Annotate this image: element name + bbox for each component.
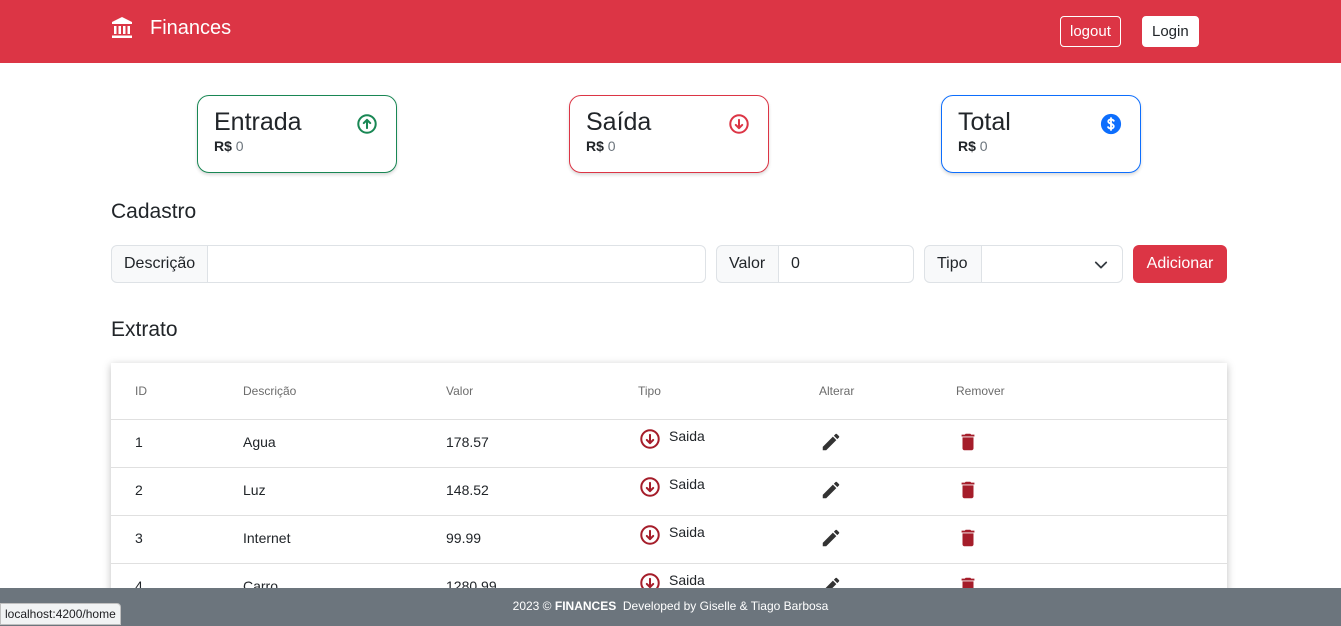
row-id: 3 <box>135 530 143 546</box>
card-total-title: Total <box>958 108 1011 136</box>
row-tipo: Saida <box>639 428 705 450</box>
header-descricao: Descrição <box>243 384 297 398</box>
extrato-title: Extrato <box>111 318 178 341</box>
card-entrada: Entrada R$ 0 <box>197 95 397 173</box>
arrow-down-circle-icon <box>640 429 660 449</box>
trash-icon[interactable] <box>957 527 979 549</box>
trash-icon[interactable] <box>957 479 979 501</box>
card-entrada-value: R$ 0 <box>214 138 244 154</box>
row-tipo-label: Saida <box>669 476 705 492</box>
valor-label: Valor <box>716 245 779 283</box>
pencil-icon[interactable] <box>820 527 842 549</box>
card-saida-value: R$ 0 <box>586 138 616 154</box>
navbar: Finances logout Login <box>0 0 1341 63</box>
bank-icon <box>112 17 132 38</box>
valor-input[interactable]: 0 <box>778 245 914 283</box>
row-valor: 99.99 <box>446 530 482 546</box>
logout-button[interactable]: logout <box>1060 16 1121 47</box>
arrow-up-circle-icon <box>357 114 377 134</box>
dollar-circle-icon <box>1100 113 1122 135</box>
table-row: 1 Agua 178.57 Saida <box>111 419 1227 467</box>
tipo-label: Tipo <box>924 245 982 283</box>
pencil-icon[interactable] <box>820 479 842 501</box>
arrow-down-circle-icon <box>640 477 660 497</box>
table-row: 2 Luz 148.52 Saida <box>111 467 1227 515</box>
row-valor: 148.52 <box>446 482 489 498</box>
row-tipo-label: Saida <box>669 572 705 588</box>
row-id: 1 <box>135 434 143 450</box>
card-total: Total R$ 0 <box>941 95 1141 173</box>
card-entrada-title: Entrada <box>214 108 302 136</box>
card-saida: Saída R$ 0 <box>569 95 769 173</box>
row-descricao: Luz <box>243 482 266 498</box>
brand-name: Finances <box>150 16 232 39</box>
arrow-down-circle-icon <box>729 114 749 134</box>
arrow-down-circle-icon <box>640 525 660 545</box>
cadastro-title: Cadastro <box>111 200 197 223</box>
row-tipo-label: Saida <box>669 524 705 540</box>
status-bar-url: localhost:4200/home <box>0 603 121 625</box>
descricao-input[interactable] <box>207 245 706 283</box>
card-saida-title: Saída <box>586 108 652 136</box>
trash-icon[interactable] <box>957 431 979 453</box>
extrato-table: ID Descrição Valor Tipo Alterar Remover … <box>111 363 1227 603</box>
header-tipo: Tipo <box>638 384 661 398</box>
login-button[interactable]: Login <box>1142 16 1199 47</box>
descricao-label: Descrição <box>111 245 208 283</box>
pencil-icon[interactable] <box>820 431 842 453</box>
footer-year: 2023 © <box>512 599 552 613</box>
header-valor: Valor <box>446 384 474 398</box>
row-descricao: Internet <box>243 530 291 546</box>
row-id: 2 <box>135 482 143 498</box>
header-remover: Remover <box>956 384 1005 398</box>
row-valor: 178.57 <box>446 434 489 450</box>
row-tipo: Saida <box>639 476 705 498</box>
footer-brand: FINANCES <box>554 599 617 613</box>
chevron-down-icon <box>1094 261 1108 269</box>
row-tipo: Saida <box>639 524 705 546</box>
row-tipo-label: Saida <box>669 428 705 444</box>
table-row: 3 Internet 99.99 Saida <box>111 515 1227 563</box>
header-alterar: Alterar <box>819 384 855 398</box>
card-total-value: R$ 0 <box>958 138 988 154</box>
brand[interactable]: Finances <box>110 16 231 40</box>
footer-credits: Developed by Giselle & Tiago Barbosa <box>622 599 829 613</box>
header-id: ID <box>135 384 147 398</box>
adicionar-button[interactable]: Adicionar <box>1133 245 1227 283</box>
row-descricao: Agua <box>243 434 276 450</box>
tipo-select[interactable] <box>981 245 1123 283</box>
footer: 2023 © FINANCES Developed by Giselle & T… <box>0 588 1341 626</box>
